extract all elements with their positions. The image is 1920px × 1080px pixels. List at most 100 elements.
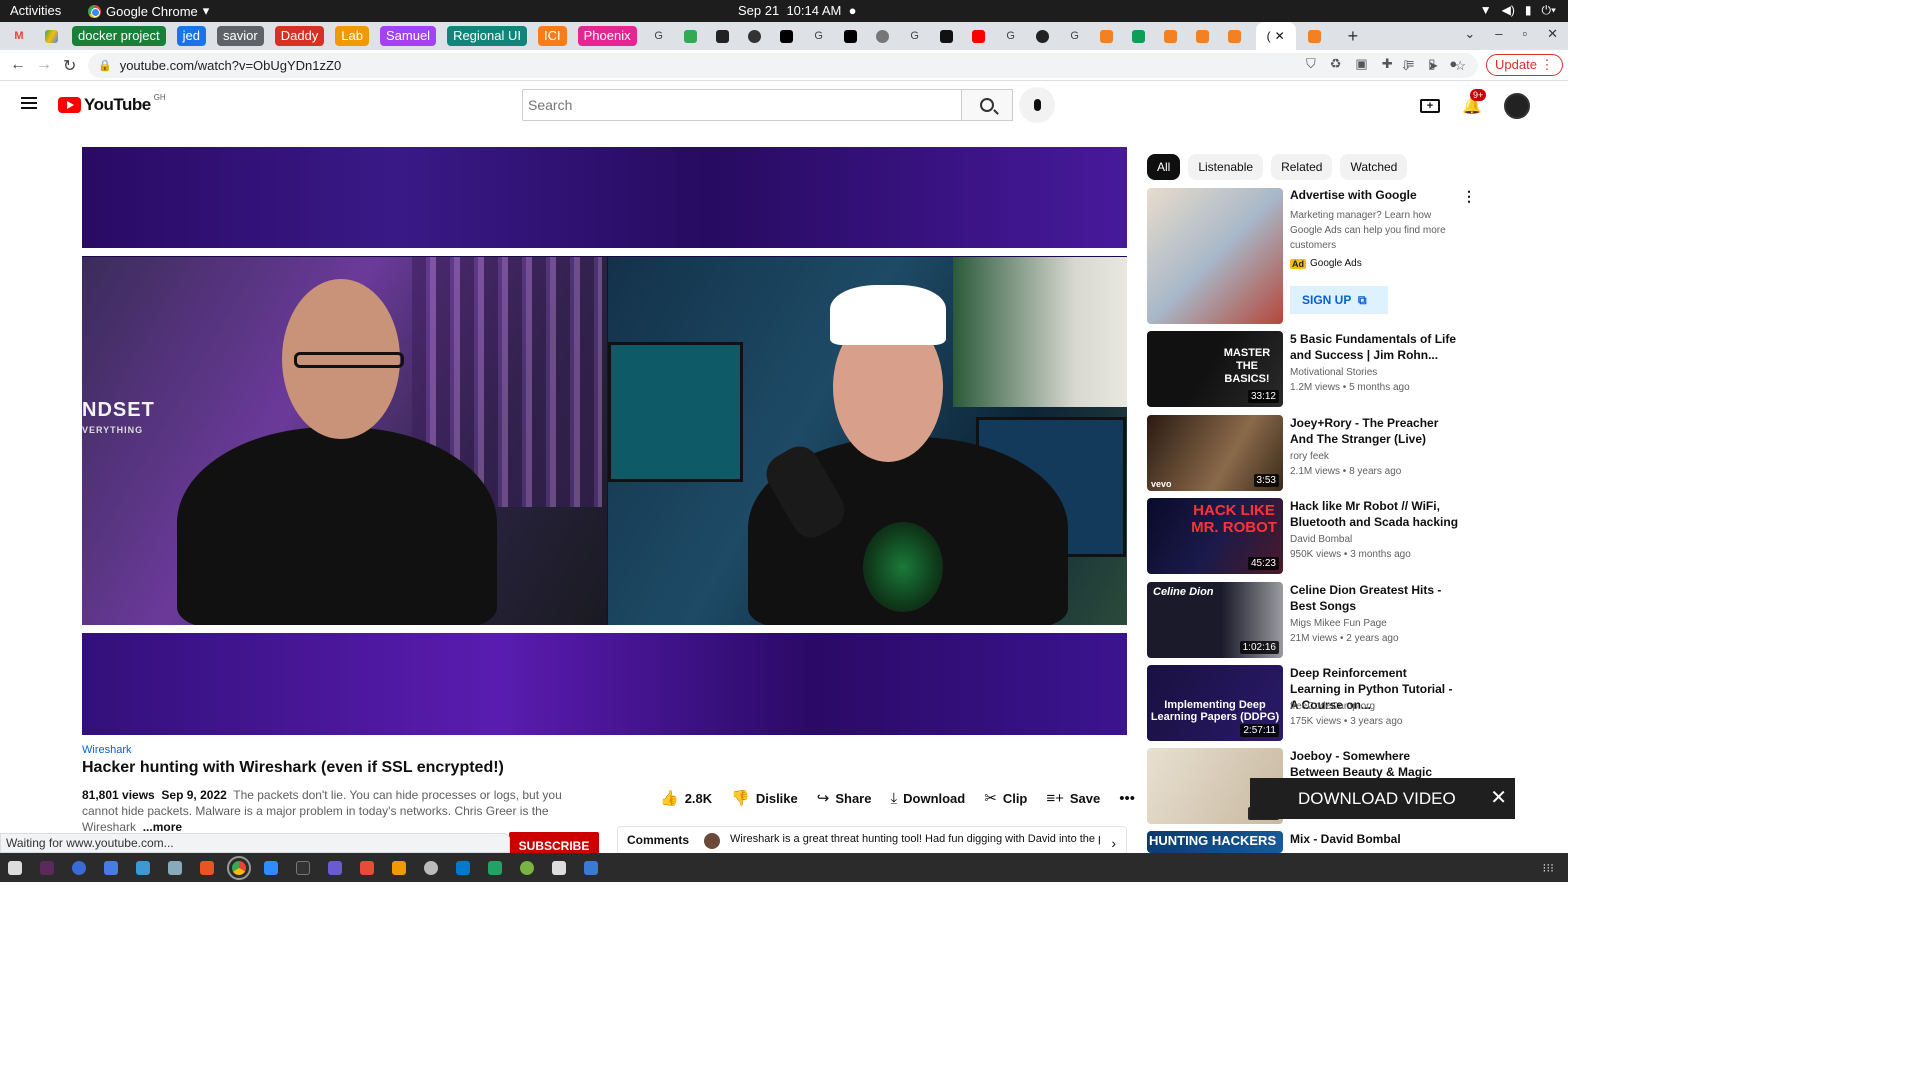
puzzle-icon[interactable]: ✚: [1382, 56, 1393, 72]
close-tab-icon[interactable]: ✕: [1275, 29, 1285, 43]
channel-link[interactable]: Wireshark: [82, 744, 132, 756]
recommendation-thumbnail[interactable]: vevo 3:53: [1147, 415, 1283, 491]
voice-search-button[interactable]: [1019, 87, 1055, 123]
tab-group-phoenix[interactable]: Phoenix: [577, 26, 637, 46]
tab-google-2[interactable]: G: [808, 26, 830, 46]
dislike-button[interactable]: 👎 Dislike: [731, 789, 798, 807]
tab-group-regional-ui[interactable]: Regional UI: [447, 26, 527, 46]
chip-all[interactable]: All: [1147, 154, 1181, 180]
sheets-icon[interactable]: [488, 860, 502, 875]
extension-icon[interactable]: ⛉: [1306, 56, 1316, 72]
app-grid-icon[interactable]: ⁝⁝⁝: [1543, 861, 1554, 875]
app-icon[interactable]: [168, 860, 182, 875]
recommendation-thumbnail[interactable]: Celine Dion 1:02:16: [1147, 582, 1283, 658]
forward-arrow-icon[interactable]: →: [36, 56, 52, 74]
recommendation-channel[interactable]: freeCodeCamp.org: [1290, 701, 1375, 712]
profile-icon[interactable]: ●: [1449, 56, 1457, 72]
vscode-icon[interactable]: [456, 860, 470, 875]
tab-github-2[interactable]: [872, 26, 894, 46]
chip-related[interactable]: Related: [1271, 154, 1333, 180]
files-icon[interactable]: [104, 860, 118, 875]
recommendation-channel[interactable]: rory feek: [1290, 451, 1329, 462]
notifications-button[interactable]: 🔔 9+: [1462, 89, 1487, 116]
video-player[interactable]: NDSET VERYTHING: [82, 147, 1127, 735]
docs-icon[interactable]: [136, 860, 150, 875]
tab-group-ici[interactable]: ICI: [538, 26, 567, 46]
chrome-taskbar-icon[interactable]: [227, 855, 251, 880]
tab-site-3[interactable]: [1032, 26, 1054, 46]
tab-group-samuel[interactable]: Samuel: [379, 26, 437, 46]
like-button[interactable]: 👍 2.8K: [660, 789, 712, 807]
youtube-logo[interactable]: YouTube GH: [58, 93, 166, 115]
tab-group-docker-project[interactable]: docker project: [72, 26, 166, 46]
more-vertical-icon[interactable]: ⋮: [1462, 188, 1476, 205]
tab-m[interactable]: [936, 26, 958, 46]
tab-group-jed[interactable]: jed: [176, 26, 207, 46]
show-desktop-icon[interactable]: [8, 860, 22, 875]
tab-group-lab[interactable]: Lab: [335, 26, 369, 46]
recommendation-item[interactable]: vevo 3:53 Joey+Rory - The Preacher And The…: [1147, 415, 1467, 491]
tab-stackoverflow-2[interactable]: [1160, 26, 1182, 46]
chip-watched[interactable]: Watched: [1340, 154, 1408, 180]
tab-site-2[interactable]: [712, 26, 734, 46]
tab-youtube[interactable]: [968, 26, 990, 46]
update-button[interactable]: Update ⋮: [1486, 54, 1563, 76]
app-icon[interactable]: [520, 860, 534, 875]
recommendation-item[interactable]: Celine Dion 1:02:16 Celine Dion Greatest H…: [1147, 582, 1467, 658]
tab-active-youtube[interactable]: (✕: [1255, 22, 1296, 50]
recommendation-thumbnail[interactable]: Implementing Deep Learning Papers (DDPG)…: [1147, 665, 1283, 741]
recommendation-thumbnail[interactable]: HACK LIKE MR. ROBOT 45:23: [1147, 498, 1283, 574]
playlist-icon[interactable]: ≡: [1407, 56, 1415, 72]
create-video-icon[interactable]: +: [1420, 99, 1440, 113]
close-icon[interactable]: ✕: [1490, 778, 1507, 819]
tab-google-3[interactable]: G: [904, 26, 926, 46]
recommendation-thumbnail[interactable]: HUNTING HACKERS: [1147, 831, 1283, 853]
close-window-button[interactable]: ✕: [1547, 26, 1558, 42]
ad-card[interactable]: Advertise with Google Marketing manager?…: [1147, 188, 1476, 324]
recommendation-channel[interactable]: Migs Mikee Fun Page: [1290, 618, 1387, 629]
maximize-button[interactable]: ▫: [1522, 26, 1527, 42]
account-avatar[interactable]: [1503, 93, 1530, 119]
recommendation-item[interactable]: Implementing Deep Learning Papers (DDPG)…: [1147, 665, 1467, 741]
tab-drive[interactable]: [40, 26, 62, 46]
clock[interactable]: Sep 21 10:14 AM ●: [738, 3, 856, 18]
ad-thumbnail[interactable]: [1147, 188, 1283, 324]
tab-google-1[interactable]: G: [648, 26, 670, 46]
omnibox[interactable]: 🔒 youtube.com/watch?v=ObUgYDn1zZ0 ⇩ ➤ ☆: [88, 53, 1478, 78]
menu-icon[interactable]: [21, 97, 37, 109]
tab-stackoverflow-3[interactable]: [1192, 26, 1214, 46]
sign-up-button[interactable]: SIGN UP ⧉: [1290, 286, 1388, 314]
recommendation-item[interactable]: HACK LIKE MR. ROBOT 45:23 Hack like Mr Rob…: [1147, 498, 1467, 574]
save-button[interactable]: ≡+ Save: [1046, 790, 1100, 807]
tab-group-daddy[interactable]: Daddy: [274, 26, 325, 46]
tab-medium[interactable]: [776, 26, 798, 46]
tab-medium-2[interactable]: [840, 26, 862, 46]
tab-stackoverflow-4[interactable]: [1224, 26, 1246, 46]
system-tray[interactable]: ▼ ◀) ▮ ⏻▾: [1480, 3, 1556, 18]
tab-google-5[interactable]: G: [1064, 26, 1086, 46]
activities-button[interactable]: Activities: [10, 3, 61, 18]
recommendation-channel[interactable]: Motivational Stories: [1290, 367, 1377, 378]
new-tab-button[interactable]: +: [1348, 26, 1359, 47]
help-icon[interactable]: [72, 860, 86, 875]
tab-search-icon[interactable]: ⌄: [1464, 26, 1475, 42]
app-icon[interactable]: [424, 860, 438, 875]
app-icon[interactable]: [328, 860, 342, 875]
minimize-button[interactable]: –: [1495, 26, 1502, 42]
recommendation-item[interactable]: MASTER THE BASICS! 33:12 5 Basic Fundament…: [1147, 331, 1467, 407]
tab-group-savior[interactable]: savior: [217, 26, 264, 46]
sidepanel-icon[interactable]: ▯: [1428, 56, 1435, 72]
recycle-icon[interactable]: ♻: [1330, 56, 1342, 72]
terminal-icon[interactable]: [296, 860, 310, 875]
tab-stackoverflow[interactable]: [1096, 26, 1118, 46]
share-button[interactable]: ↪ Share: [817, 789, 872, 807]
tab-github[interactable]: [744, 26, 766, 46]
app-menu[interactable]: Google Chrome ▾: [88, 3, 209, 19]
back-arrow-icon[interactable]: ←: [10, 56, 26, 74]
tab-stackoverflow-5[interactable]: [1304, 26, 1326, 46]
more-actions-button[interactable]: •••: [1119, 790, 1135, 807]
sublime-icon[interactable]: [392, 860, 406, 875]
lock-icon[interactable]: 🔒: [98, 59, 112, 72]
tab-google-4[interactable]: G: [1000, 26, 1022, 46]
app-icon[interactable]: [552, 860, 566, 875]
